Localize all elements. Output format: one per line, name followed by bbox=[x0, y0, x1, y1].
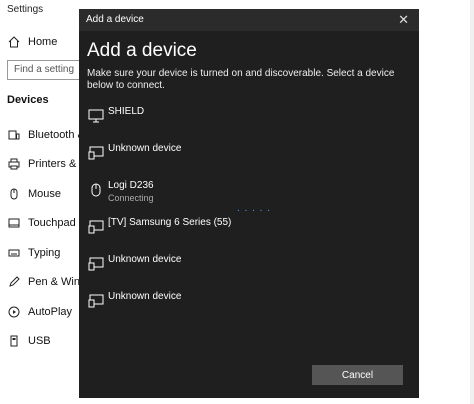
monitor-icon bbox=[88, 109, 104, 123]
usb-icon bbox=[8, 335, 20, 347]
nav-item-typing[interactable]: Typing bbox=[0, 242, 60, 264]
display-device-icon bbox=[88, 220, 104, 234]
cancel-button[interactable]: Cancel bbox=[312, 365, 403, 385]
mouse-icon bbox=[88, 183, 104, 197]
device-name: Unknown device bbox=[108, 254, 182, 265]
dialog-description: Make sure your device is turned on and d… bbox=[87, 68, 395, 91]
nav-item-autoplay[interactable]: AutoPlay bbox=[0, 301, 72, 323]
display-device-icon bbox=[88, 257, 104, 271]
device-name: Unknown device bbox=[108, 291, 182, 302]
autoplay-icon bbox=[8, 306, 20, 318]
display-device-icon bbox=[88, 146, 104, 160]
settings-title: Settings bbox=[7, 4, 44, 15]
device-name: [TV] Samsung 6 Series (55) bbox=[108, 217, 232, 228]
dialog-heading: Add a device bbox=[87, 40, 197, 61]
section-title-devices: Devices bbox=[7, 94, 49, 106]
home-label: Home bbox=[28, 36, 58, 48]
connecting-spinner: . . . . . bbox=[237, 203, 272, 214]
mouse-icon bbox=[8, 188, 20, 200]
device-name: SHIELD bbox=[108, 106, 145, 117]
home-icon bbox=[8, 36, 20, 48]
nav-label: AutoPlay bbox=[28, 306, 73, 318]
dialog-titlebar-text: Add a device bbox=[86, 14, 144, 25]
device-item-unknown-1[interactable]: Unknown device bbox=[85, 143, 385, 173]
window-edge bbox=[470, 0, 474, 404]
close-icon[interactable]: ✕ bbox=[398, 12, 409, 28]
device-status: Connecting bbox=[108, 193, 154, 203]
home-nav-item[interactable]: Home bbox=[0, 31, 57, 53]
device-item-samsung-tv[interactable]: [TV] Samsung 6 Series (55) bbox=[85, 217, 385, 247]
dialog-titlebar: Add a device ✕ bbox=[79, 9, 419, 31]
device-item-shield[interactable]: SHIELD bbox=[85, 106, 385, 136]
nav-item-mouse[interactable]: Mouse bbox=[0, 183, 61, 205]
nav-label: Touchpad bbox=[28, 217, 76, 229]
nav-label: Typing bbox=[28, 247, 61, 259]
nav-label: Mouse bbox=[28, 188, 62, 200]
printer-icon bbox=[8, 158, 20, 170]
pen-icon bbox=[8, 276, 20, 288]
settings-search-input[interactable]: Find a setting bbox=[7, 60, 82, 80]
device-item-unknown-2[interactable]: Unknown device bbox=[85, 254, 385, 284]
keyboard-icon bbox=[8, 247, 20, 259]
nav-label: USB bbox=[28, 335, 51, 347]
add-device-dialog: Add a device ✕ Add a device Make sure yo… bbox=[79, 9, 419, 398]
device-item-unknown-3[interactable]: Unknown device bbox=[85, 291, 385, 321]
device-name: Unknown device bbox=[108, 143, 182, 154]
bluetooth-devices-icon bbox=[8, 129, 20, 141]
device-name: Logi D236 bbox=[108, 180, 154, 191]
device-item-logi[interactable]: Logi D236 Connecting bbox=[85, 180, 385, 210]
touchpad-icon bbox=[8, 217, 20, 229]
nav-item-usb[interactable]: USB bbox=[0, 330, 51, 352]
nav-item-touchpad[interactable]: Touchpad bbox=[0, 212, 76, 234]
display-device-icon bbox=[88, 294, 104, 308]
